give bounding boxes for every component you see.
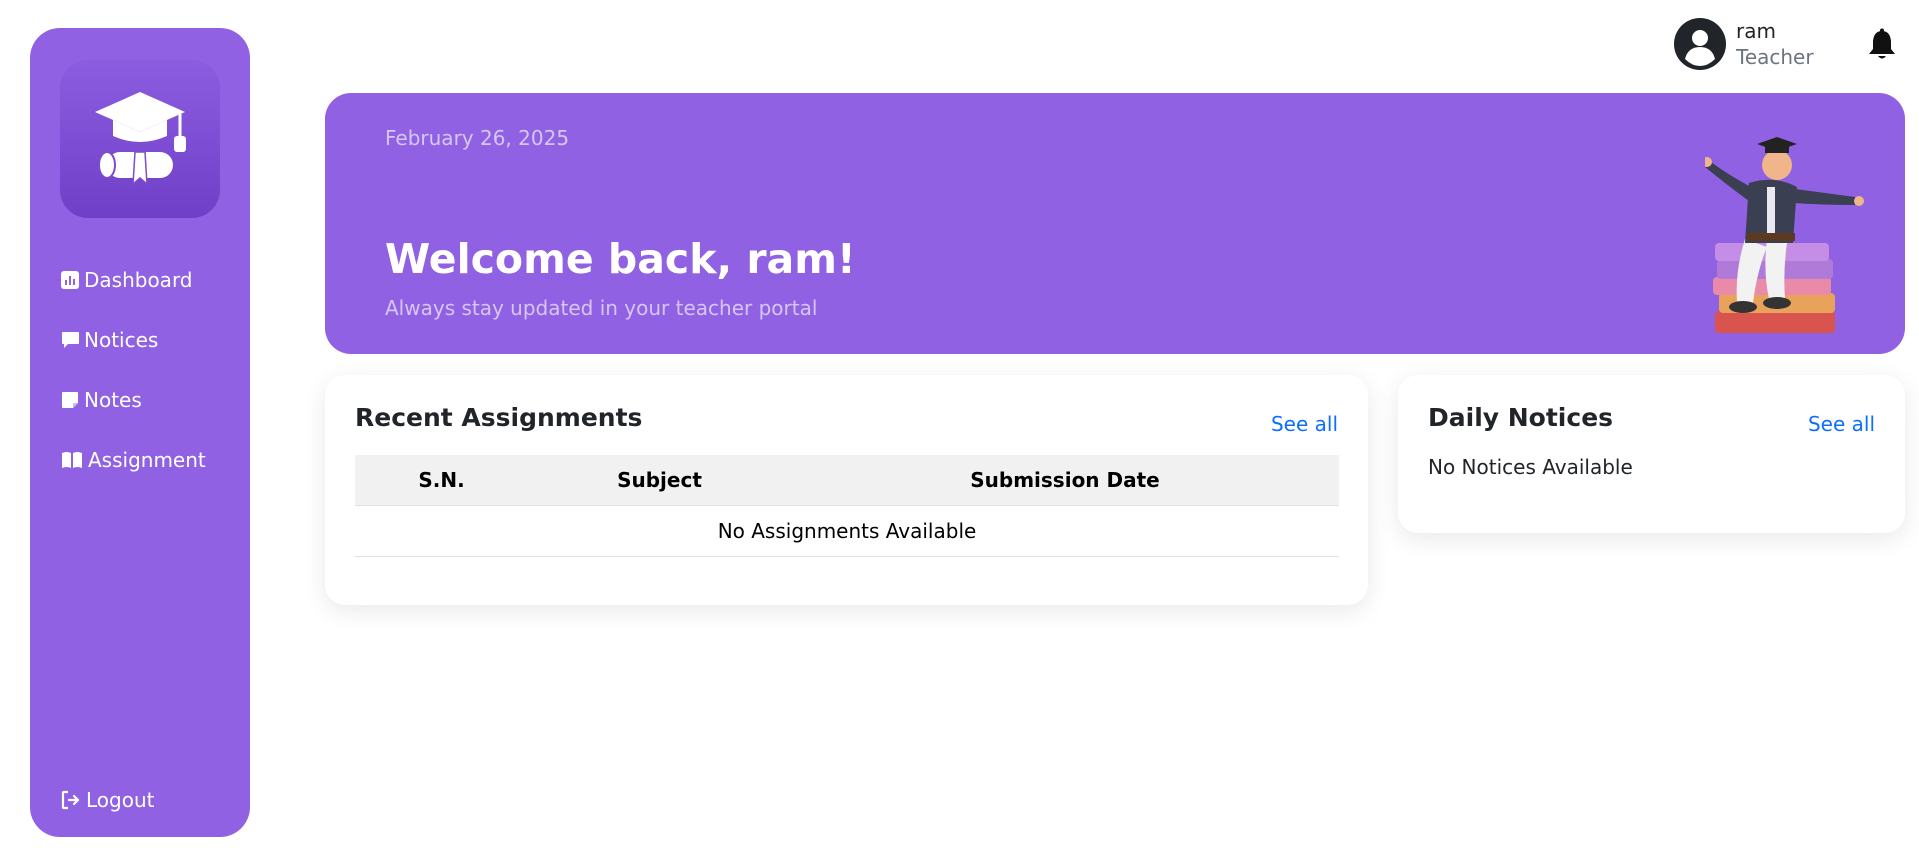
assignments-table: S.N. Subject Submission Date No Assignme… xyxy=(355,455,1339,557)
logout-label: Logout xyxy=(86,788,155,812)
sidebar-item-assignment[interactable]: Assignment xyxy=(60,430,206,490)
banner-title: Welcome back, ram! xyxy=(385,235,856,283)
table-row: No Assignments Available xyxy=(355,505,1339,557)
daily-notices-card: Daily Notices See all No Notices Availab… xyxy=(1398,375,1905,533)
welcome-banner: February 26, 2025 Welcome back, ram! Alw… xyxy=(325,93,1905,354)
table-header-row: S.N. Subject Submission Date xyxy=(355,455,1339,506)
sidebar-item-notices[interactable]: Notices xyxy=(60,310,206,370)
empty-notices-message: No Notices Available xyxy=(1428,455,1633,479)
sidebar-item-label: Dashboard xyxy=(84,268,193,292)
user-role: Teacher xyxy=(1736,45,1814,69)
student-illustration xyxy=(1705,137,1864,333)
logout-button[interactable]: Logout xyxy=(60,788,154,812)
sidebar-nav: Dashboard Notices Notes Assignment xyxy=(60,250,206,490)
recent-assignments-card: Recent Assignments See all S.N. Subject … xyxy=(325,375,1368,605)
logout-icon xyxy=(60,789,82,811)
recent-assignments-title: Recent Assignments xyxy=(355,403,643,432)
column-header-sn: S.N. xyxy=(355,455,528,506)
sidebar-item-label: Assignment xyxy=(88,448,206,472)
empty-assignments-message: No Assignments Available xyxy=(355,505,1339,557)
sidebar-item-dashboard[interactable]: Dashboard xyxy=(60,250,206,310)
assignments-see-all-link[interactable]: See all xyxy=(1271,412,1338,436)
notices-see-all-link[interactable]: See all xyxy=(1808,412,1875,436)
sidebar-item-label: Notices xyxy=(84,328,159,352)
note-icon xyxy=(60,390,80,410)
graduation-cap-icon xyxy=(95,92,186,186)
bell-icon[interactable] xyxy=(1866,28,1898,62)
column-header-submission-date: Submission Date xyxy=(791,455,1339,506)
book-icon xyxy=(60,450,84,470)
user-name: ram xyxy=(1736,19,1776,43)
app-logo[interactable] xyxy=(60,60,220,218)
user-info: ram Teacher xyxy=(1736,18,1814,70)
banner-subtitle: Always stay updated in your teacher port… xyxy=(385,296,818,320)
message-icon xyxy=(60,330,80,350)
chart-icon xyxy=(60,270,80,290)
column-header-subject: Subject xyxy=(528,455,791,506)
banner-date: February 26, 2025 xyxy=(385,126,570,150)
user-circle-icon xyxy=(1674,18,1726,70)
sidebar-item-notes[interactable]: Notes xyxy=(60,370,206,430)
user-profile[interactable]: ram Teacher xyxy=(1674,18,1814,70)
sidebar: Dashboard Notices Notes Assignment Logou… xyxy=(30,28,250,837)
daily-notices-title: Daily Notices xyxy=(1428,403,1614,432)
sidebar-item-label: Notes xyxy=(84,388,142,412)
